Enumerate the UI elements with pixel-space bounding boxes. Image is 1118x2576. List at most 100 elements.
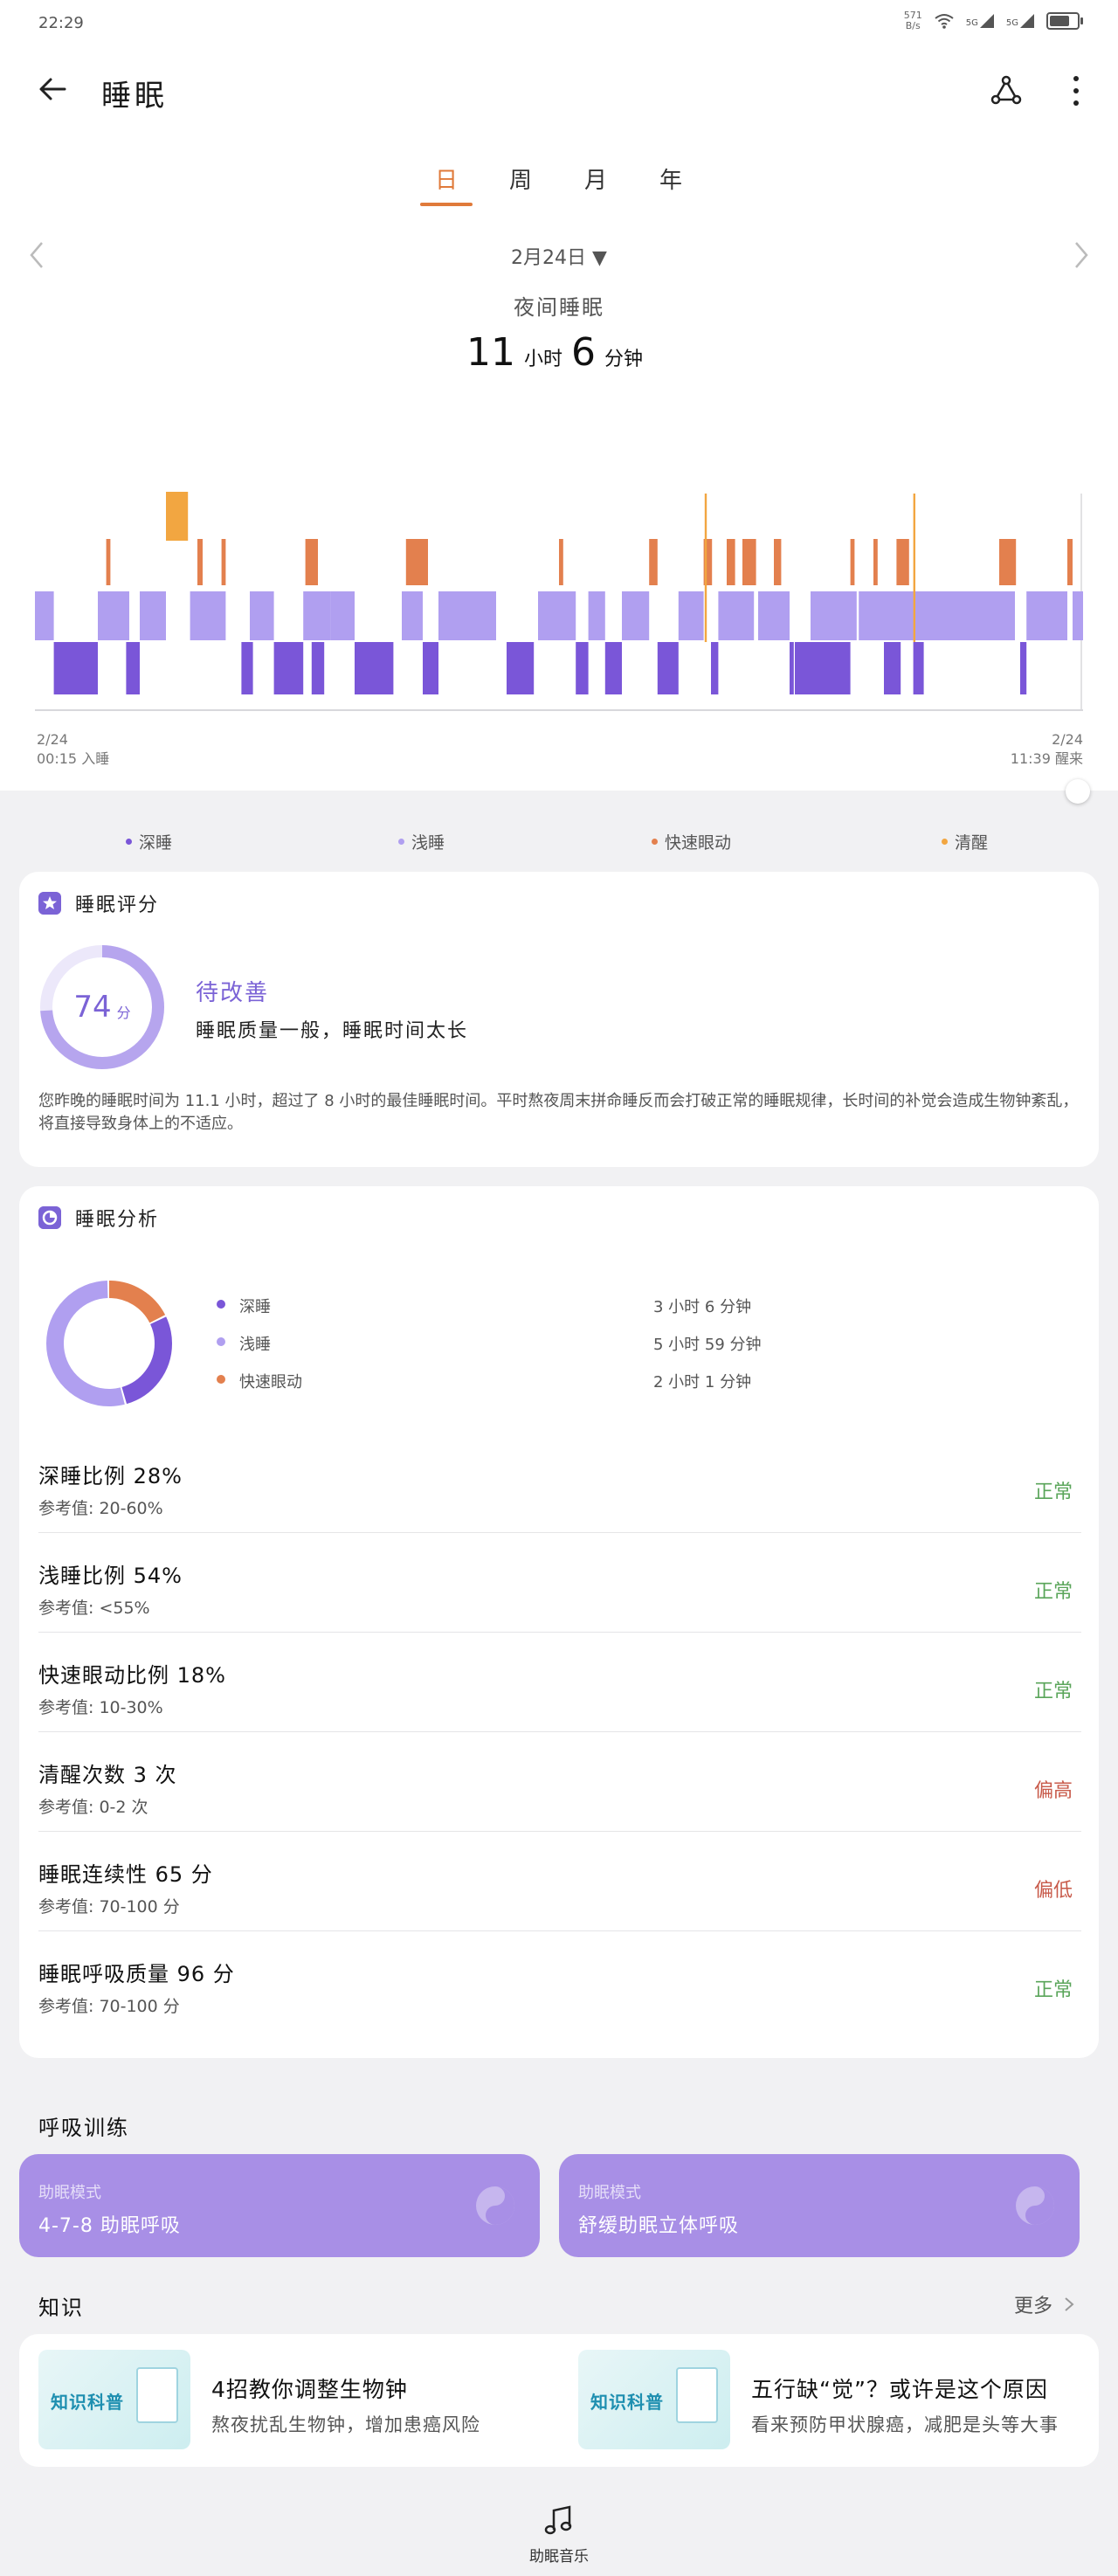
music-note-icon[interactable] [542, 2503, 576, 2538]
legend-dot [942, 839, 948, 845]
sleep-segment-rem [305, 539, 318, 585]
knowledge-item[interactable]: 知识科普 4招教你调整生物钟 熬夜扰乱生物钟，增加患癌风险 [38, 2350, 562, 2453]
knowledge-section-title: 知识 [38, 2296, 84, 2320]
legend-rem: 快速眼动 [652, 830, 731, 853]
sleep-segment-rem [850, 539, 855, 585]
legend-deep: 深睡 [126, 830, 172, 853]
page-title: 睡眠 [101, 79, 168, 114]
sleep-segment-light [140, 591, 166, 640]
sleep-stage-chart [35, 492, 1083, 711]
metric-row-breathing[interactable]: 睡眠呼吸质量 96 分 参考值: 70-100 分 正常 [38, 1930, 1081, 2030]
sleep-segment-rem [649, 539, 658, 585]
sleep-segment-deep [355, 642, 394, 694]
score-card-title: 睡眠评分 [38, 889, 159, 917]
sleep-segment-light [758, 591, 790, 640]
duration-minutes-unit: 分钟 [604, 349, 644, 370]
chart-end-label: 2/24 11:39 醒来 [1010, 731, 1083, 767]
status-time: 22:29 [38, 14, 84, 32]
knowledge-more-link[interactable]: 更多 [1014, 2290, 1074, 2318]
chart-scrubber-handle[interactable] [1066, 779, 1090, 804]
sleep-segment-deep [126, 642, 140, 694]
tab-day[interactable]: 日 [420, 162, 473, 195]
sleep-segment-awake [913, 494, 915, 642]
sleep-segment-rem [873, 539, 878, 585]
signal-2: 5G [1006, 14, 1034, 28]
back-arrow-icon[interactable] [35, 72, 70, 107]
legend-dot [126, 839, 132, 845]
sleep-segment-deep [423, 642, 438, 694]
chart-start-label: 2/24 00:15 入睡 [37, 731, 110, 767]
app-header: 睡眠 [0, 56, 1118, 126]
knowledge-item[interactable]: 知识科普 五行缺“觉”？或许是这个原因 看来预防甲状腺癌，减肥是头等大事 [578, 2350, 1102, 2453]
sleep-segment-rem [727, 539, 735, 585]
sleep-segment-rem [559, 539, 563, 585]
sleep-segment-deep [311, 642, 325, 694]
breathing-section-title: 呼吸训练 [38, 2116, 129, 2140]
metric-status: 偏高 [1033, 1780, 1073, 1802]
sleep-segment-light [250, 591, 274, 640]
metric-row-rem[interactable]: 快速眼动比例 18% 参考值: 10-30% 正常 [38, 1632, 1081, 1732]
deep-dot [217, 1300, 225, 1309]
battery-icon [1046, 12, 1083, 30]
sleep-segment-rem [999, 539, 1017, 585]
sleep-segment-rem [742, 539, 756, 585]
sleep-segment-deep [711, 642, 719, 694]
signal-bars-icon [979, 14, 994, 28]
sleep-segment-deep [53, 642, 98, 694]
sleep-segment-rem [197, 539, 203, 585]
breakdown-rem-value: 2 小时 1 分钟 [653, 1373, 752, 1392]
breakdown-rem-label: 快速眼动 [239, 1373, 302, 1392]
sleep-segment-deep [604, 642, 622, 694]
metric-row-deep[interactable]: 深睡比例 28% 参考值: 20-60% 正常 [38, 1433, 1081, 1533]
document-icon [136, 2367, 178, 2423]
tab-week[interactable]: 周 [494, 162, 547, 195]
tab-month[interactable]: 月 [569, 162, 622, 195]
sleep-segment-rem [221, 539, 226, 585]
breathing-card-3d[interactable]: 助眠模式 舒缓助眠立体呼吸 [559, 2154, 1080, 2257]
sleep-segment-light [718, 591, 755, 640]
sleep-segment-deep [913, 642, 924, 694]
more-options-icon[interactable] [1066, 72, 1087, 110]
duration-hours: 11 [466, 330, 515, 375]
breakdown-deep-value: 3 小时 6 分钟 [653, 1298, 752, 1316]
sleep-segment-light [303, 591, 331, 640]
sleep-segment-light [402, 591, 423, 640]
sleep-segment-light [859, 591, 936, 640]
yin-yang-icon [1016, 2186, 1054, 2225]
sleep-segment-rem [409, 539, 428, 585]
metric-row-light[interactable]: 浅睡比例 54% 参考值: <55% 正常 [38, 1532, 1081, 1633]
tab-year[interactable]: 年 [645, 162, 697, 195]
sleep-segment-light [330, 591, 355, 640]
sleep-segment-rem [1067, 539, 1073, 585]
legend-dot [398, 839, 404, 845]
breakdown-light-value: 5 小时 59 分钟 [653, 1336, 762, 1354]
sleep-segment-light [978, 591, 1015, 640]
sleep-duration: 11 小时 6 分钟 [0, 330, 1118, 375]
metric-row-awake-count[interactable]: 清醒次数 3 次 参考值: 0-2 次 偏高 [38, 1731, 1081, 1832]
share-icon[interactable] [987, 72, 1025, 110]
sleep-score-card[interactable]: 睡眠评分 74 分 待改善 睡眠质量一般，睡眠时间太长 您昨晚的睡眠时间为 11… [19, 872, 1099, 1167]
legend-dot [652, 839, 658, 845]
breathing-card-478[interactable]: 助眠模式 4-7-8 助眠呼吸 [19, 2154, 540, 2257]
date-selector[interactable]: 2月24日 ▼ [0, 242, 1118, 270]
score-description: 睡眠质量一般，睡眠时间太长 [196, 1020, 469, 1042]
sleep-segment-deep [884, 642, 901, 694]
status-icons: 571 B/s 5G 5G [903, 10, 1083, 31]
sleep-segment-deep [241, 642, 253, 694]
signal-bars-icon [1020, 14, 1034, 28]
document-icon [676, 2367, 718, 2423]
metric-status: 正常 [1033, 1681, 1073, 1702]
sleep-segment-light [100, 591, 117, 640]
sleep-segment-light [1026, 591, 1067, 640]
signal-1: 5G [966, 14, 994, 28]
net-speed: 571 B/s [903, 10, 922, 31]
summary-label: 夜间睡眠 [514, 295, 604, 320]
sleep-segment-awake [166, 492, 189, 541]
metric-row-continuity[interactable]: 睡眠连续性 65 分 参考值: 70-100 分 偏低 [38, 1831, 1081, 1931]
knowledge-thumbnail: 知识科普 [38, 2350, 190, 2449]
sleep-segment-light [35, 591, 54, 640]
sleep-segment-deep [1020, 642, 1027, 694]
sleep-music-label[interactable]: 助眠音乐 [0, 2544, 1118, 2566]
sleep-segment-rem [774, 539, 782, 585]
duration-hours-unit: 小时 [523, 349, 562, 370]
